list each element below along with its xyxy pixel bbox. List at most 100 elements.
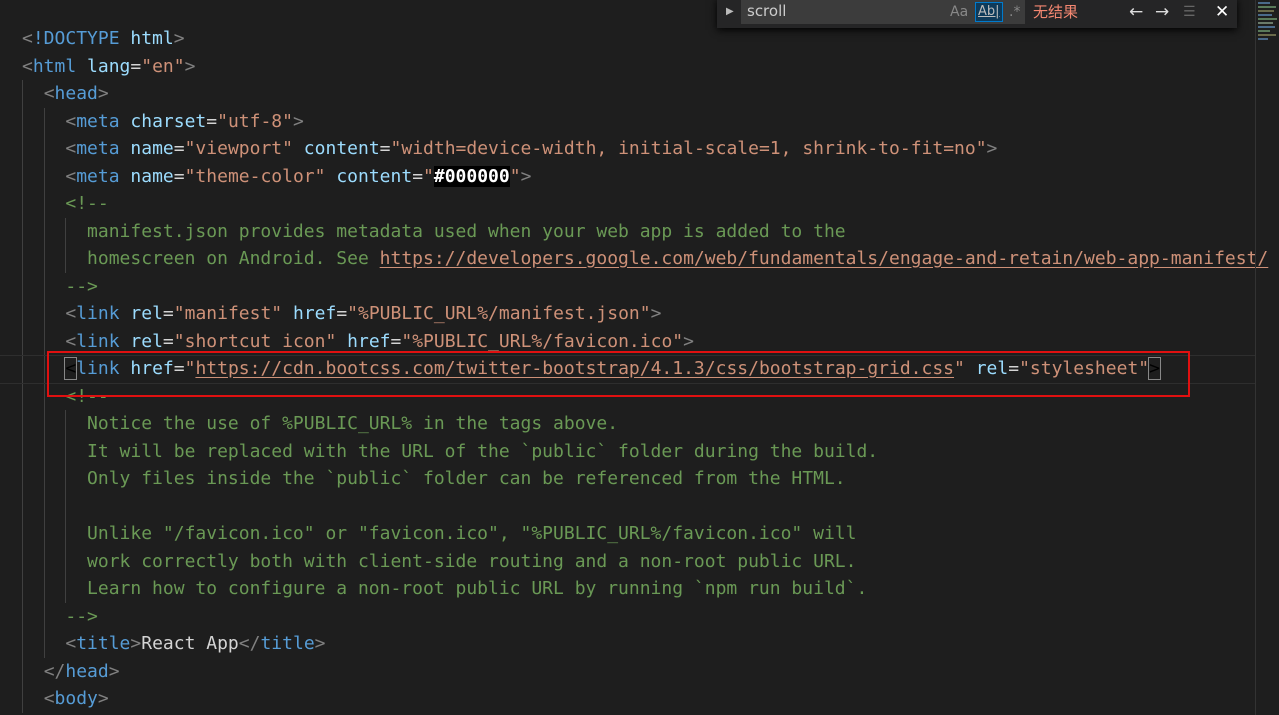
indent-guide (65, 520, 67, 548)
indent-guide (43, 465, 45, 493)
indent-guide (22, 300, 23, 328)
indent-guide (43, 410, 45, 438)
match-case-toggle[interactable]: Aa (950, 0, 968, 24)
code-token: > (683, 330, 694, 352)
code-token: link (76, 358, 120, 379)
code-link[interactable]: https://cdn.bootcss.com/twitter-bootstra… (195, 358, 954, 379)
code-line[interactable]: <link href="https://cdn.bootcss.com/twit… (0, 355, 1256, 383)
code-token: "width=device-width, initial-scale=1, sh… (390, 138, 987, 159)
regex-toggle[interactable]: .* (1009, 0, 1020, 24)
code-line[interactable]: homescreen on Android. See https://devel… (0, 245, 1268, 273)
code-token: = (162, 330, 174, 352)
code-line[interactable]: Unlike "/favicon.ico" or "favicon.ico", … (0, 520, 1256, 548)
indent-guide (22, 190, 23, 218)
code-line[interactable]: Only files inside the `public` folder ca… (0, 465, 1256, 493)
indent-guide (65, 410, 67, 438)
indent-guide (22, 355, 23, 383)
indent-guide (43, 162, 45, 190)
code-line[interactable]: It will be replaced with the URL of the … (0, 437, 1256, 465)
indent-guide (22, 272, 23, 300)
whole-word-toggle[interactable]: Ab| (975, 2, 1003, 22)
code-token: = (390, 330, 402, 352)
code-token: = (412, 165, 424, 187)
code-line[interactable]: --> (0, 602, 1256, 630)
vertical-scrollbar[interactable] (1255, 0, 1256, 715)
code-token: " (423, 165, 434, 187)
code-line[interactable]: <meta charset="utf-8"> (0, 107, 1256, 135)
code-token: < (65, 138, 77, 159)
code-token: content (325, 165, 413, 187)
indent-guide (22, 162, 23, 190)
code-token: It will be replaced with the URL of the … (87, 440, 879, 462)
code-line[interactable]: <meta name="theme-color" content="#00000… (0, 162, 1256, 190)
find-in-selection-icon[interactable]: ☰ (1183, 0, 1196, 24)
close-icon[interactable]: ✕ (1215, 0, 1229, 24)
indent-guide (65, 492, 67, 520)
find-result-status: 无结果 (1033, 3, 1079, 21)
code-editor[interactable]: <!DOCTYPE html> <html lang="en"> <head> <… (0, 25, 1268, 713)
code-token: > (97, 688, 109, 709)
code-token: rel (964, 358, 1009, 379)
code-token: Learn how to configure a non-root public… (87, 578, 868, 599)
indent-guide (22, 685, 23, 713)
indent-guide (43, 630, 45, 658)
code-token: > (314, 633, 326, 654)
indent-guide (22, 465, 23, 493)
code-line[interactable]: <!-- (0, 382, 1256, 410)
indent-guide (43, 520, 45, 548)
code-line[interactable] (0, 492, 1256, 520)
code-token: > (108, 660, 120, 682)
code-token: = (173, 358, 185, 379)
code-line[interactable]: <!DOCTYPE html> (0, 25, 1256, 53)
code-token: "en" (141, 55, 185, 77)
indent-guide (43, 327, 45, 355)
indent-guide (22, 217, 23, 245)
code-token: title (76, 633, 131, 654)
code-token: #000000 (433, 165, 510, 187)
code-line[interactable]: <link rel="manifest" href="%PUBLIC_URL%/… (0, 300, 1256, 328)
indent-guide (43, 217, 45, 245)
code-token: = (173, 165, 185, 187)
code-token: < (43, 688, 55, 709)
code-token: --> (65, 605, 98, 627)
code-line[interactable]: <meta name="viewport" content="width=dev… (0, 135, 1256, 163)
code-link[interactable]: https://developers.google.com/web/fundam… (380, 248, 1269, 269)
code-line[interactable]: Learn how to configure a non-root public… (0, 575, 1256, 603)
code-token: " (509, 165, 521, 187)
code-line[interactable]: <head> (0, 80, 1256, 108)
code-token: < (43, 83, 55, 104)
code-token: > (130, 633, 142, 654)
code-token: href (119, 358, 174, 379)
code-token: > (173, 28, 185, 49)
minimap[interactable] (1258, 0, 1279, 100)
code-line[interactable]: Notice the use of %PUBLIC_URL% in the ta… (0, 410, 1256, 438)
indent-guide (22, 630, 23, 658)
code-token: "viewport" (184, 138, 293, 159)
code-token: charset (119, 110, 207, 132)
indent-guide (65, 437, 67, 465)
indent-guide (22, 547, 23, 575)
code-line[interactable]: <body> (0, 685, 1256, 713)
code-token: <!-- (65, 385, 109, 407)
indent-guide (43, 135, 45, 163)
code-token: !DOCTYPE (32, 28, 120, 49)
code-line[interactable]: <html lang="en"> (0, 53, 1256, 81)
code-token: < (65, 330, 77, 352)
indent-guide (65, 217, 67, 245)
arrow-up-icon[interactable]: ← (1129, 0, 1143, 24)
indent-guide (22, 107, 23, 135)
code-line[interactable]: <link rel="shortcut icon" href="%PUBLIC_… (0, 327, 1256, 355)
code-line[interactable]: --> (0, 272, 1256, 300)
code-line[interactable]: manifest.json provides metadata used whe… (0, 217, 1256, 245)
code-line[interactable]: <!-- (0, 190, 1256, 218)
code-line[interactable]: </head> (0, 657, 1256, 685)
code-line[interactable]: <title>React App</title> (0, 630, 1256, 658)
code-line[interactable]: work correctly both with client-side rou… (0, 547, 1256, 575)
chevron-right-icon[interactable]: ▶ (726, 0, 734, 24)
arrow-down-icon[interactable]: → (1155, 0, 1169, 24)
code-token: < (65, 110, 77, 132)
